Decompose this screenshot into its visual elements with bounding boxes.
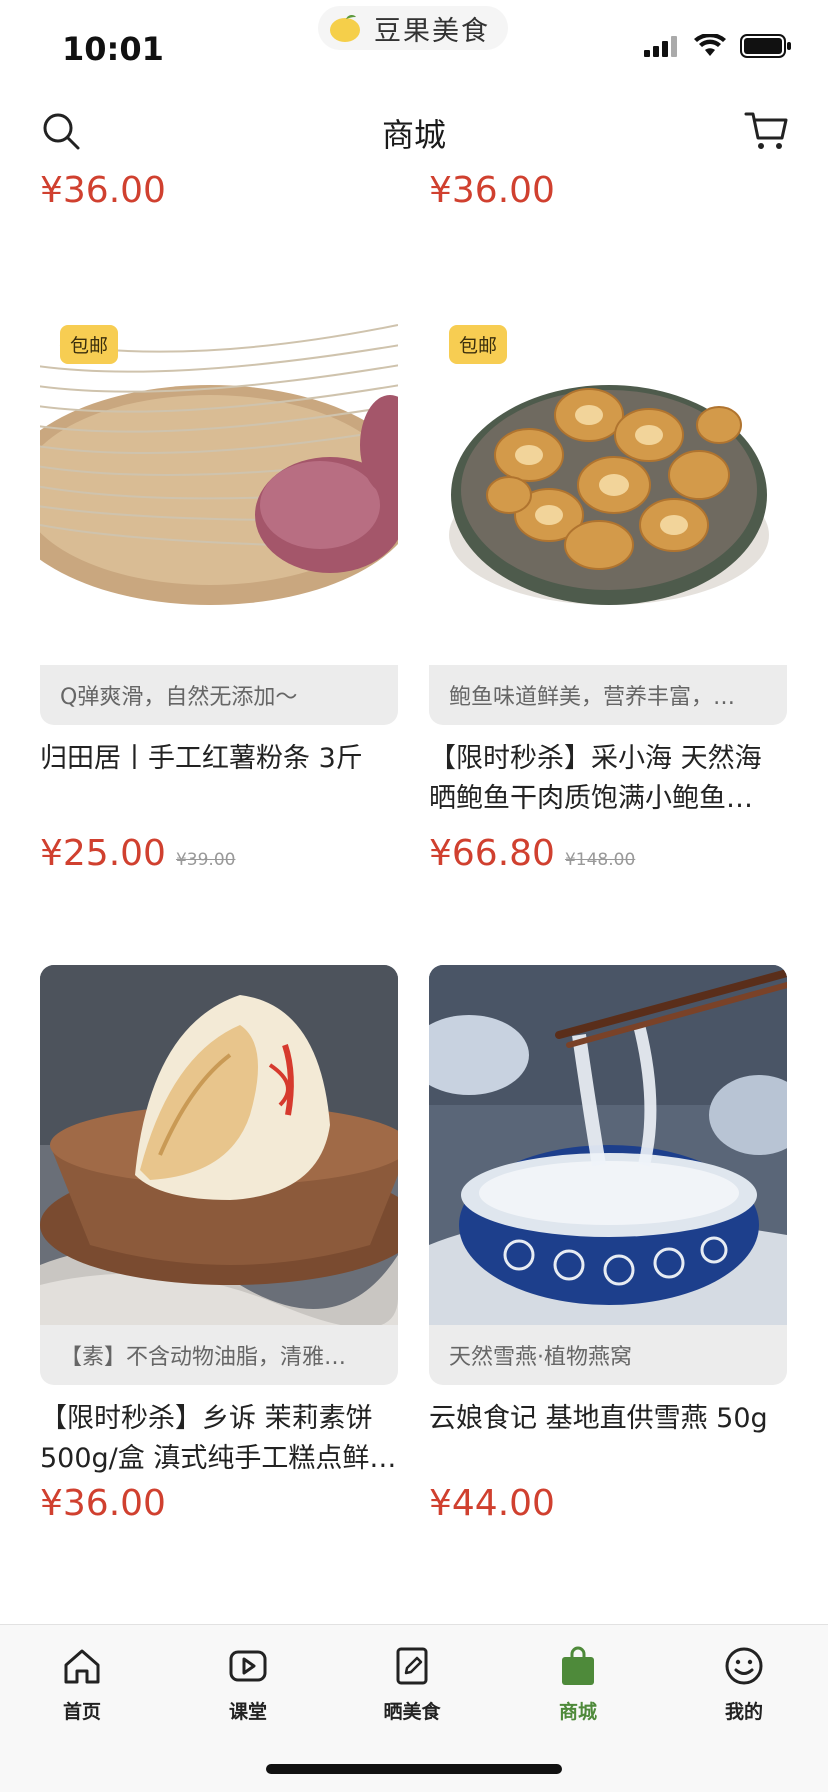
product-image[interactable]: 包邮: [40, 305, 398, 665]
product-tagline-text: 【素】不含动物油脂，清雅…: [60, 1345, 347, 1370]
product-original-price: ¥39.00: [175, 850, 236, 870]
tab-home[interactable]: 首页: [22, 1645, 142, 1724]
product-card[interactable]: 包邮 鲍鱼味道鲜美，营养丰富，… 【限时秒杀】采小海 天然海晒鲍鱼干肉质饱满小鲍…: [429, 305, 787, 874]
product-tagline: 【素】不含动物油脂，清雅…: [40, 1325, 398, 1385]
product-original-price: ¥148.00: [564, 850, 636, 870]
status-time: 10:01: [62, 30, 164, 68]
header: 商城: [0, 90, 828, 172]
product-image[interactable]: [429, 965, 787, 1325]
product-prices: ¥44.00: [429, 1483, 787, 1524]
tab-profile[interactable]: 我的: [684, 1645, 804, 1724]
product-tagline: Q弹爽滑，自然无添加～: [40, 665, 398, 725]
jasmine-pastry-image: [40, 965, 398, 1325]
status-bar: 10:01 豆果美食: [0, 0, 828, 90]
edit-icon: [396, 1647, 428, 1685]
product-price: ¥25.00: [40, 833, 166, 874]
product-card[interactable]: 【素】不含动物油脂，清雅… 【限时秒杀】乡诉 茉莉素饼500g/盒 滇式纯手工糕…: [40, 965, 398, 1524]
snow-swallow-image: [429, 965, 787, 1325]
tab-mall[interactable]: 商城: [518, 1645, 638, 1724]
tab-label: 课堂: [228, 1701, 267, 1723]
cart-icon[interactable]: [744, 110, 788, 152]
shopping-bag-icon: [562, 1646, 594, 1685]
product-prices: ¥36.00: [40, 1483, 398, 1524]
product-tagline-text: 鲍鱼味道鲜美，营养丰富，…: [449, 685, 736, 710]
tab-label: 晒美食: [383, 1701, 441, 1723]
product-price: ¥66.80: [429, 833, 555, 874]
app-pill[interactable]: 豆果美食: [318, 6, 508, 50]
smiley-icon: [725, 1647, 763, 1685]
tab-label: 我的: [724, 1701, 763, 1723]
wifi-icon: [694, 34, 726, 56]
product-price: ¥36.00: [40, 170, 166, 211]
app-logo-icon: [330, 14, 360, 42]
product-tagline: 天然雪燕·植物燕窝: [429, 1325, 787, 1385]
product-image[interactable]: [40, 965, 398, 1325]
product-name[interactable]: 【限时秒杀】采小海 天然海晒鲍鱼干肉质饱满小鲍鱼…: [429, 739, 787, 819]
product-image[interactable]: 包邮: [429, 305, 787, 665]
play-icon: [229, 1650, 267, 1682]
product-price: ¥36.00: [40, 1483, 166, 1524]
page-title: 商城: [381, 116, 446, 154]
product-name[interactable]: 云娘食记 基地直供雪燕 50g: [429, 1399, 787, 1479]
tab-share-food[interactable]: 晒美食: [352, 1645, 472, 1724]
product-tagline-text: Q弹爽滑，自然无添加～: [60, 685, 298, 710]
product-price: ¥44.00: [429, 1483, 555, 1524]
tab-label: 首页: [62, 1701, 101, 1723]
product-tagline-text: 天然雪燕·植物燕窝: [449, 1345, 632, 1370]
app-name: 豆果美食: [374, 15, 490, 47]
home-indicator[interactable]: [266, 1764, 562, 1774]
product-card[interactable]: 天然雪燕·植物燕窝 云娘食记 基地直供雪燕 50g ¥44.00: [429, 965, 787, 1524]
product-tagline: 鲍鱼味道鲜美，营养丰富，…: [429, 665, 787, 725]
product-name[interactable]: 【限时秒杀】乡诉 茉莉素饼500g/盒 滇式纯手工糕点鲜…: [40, 1399, 398, 1479]
product-prices: ¥25.00 ¥39.00: [40, 833, 398, 874]
product-card[interactable]: 包邮 Q弹爽滑，自然无添加～ 归田居丨手工红薯粉条 3斤 ¥25.00 ¥39.…: [40, 305, 398, 874]
signal-icon: [644, 36, 677, 57]
home-icon: [64, 1649, 100, 1684]
free-shipping-badge: 包邮: [449, 325, 508, 364]
status-icons: [644, 34, 792, 58]
battery-icon: [740, 34, 791, 58]
product-price: ¥36.00: [429, 170, 555, 211]
product-prices: ¥66.80 ¥148.00: [429, 833, 787, 874]
tab-classroom[interactable]: 课堂: [188, 1645, 308, 1724]
product-name[interactable]: 归田居丨手工红薯粉条 3斤: [40, 739, 398, 819]
free-shipping-badge: 包邮: [60, 325, 119, 364]
tab-label: 商城: [558, 1701, 597, 1723]
